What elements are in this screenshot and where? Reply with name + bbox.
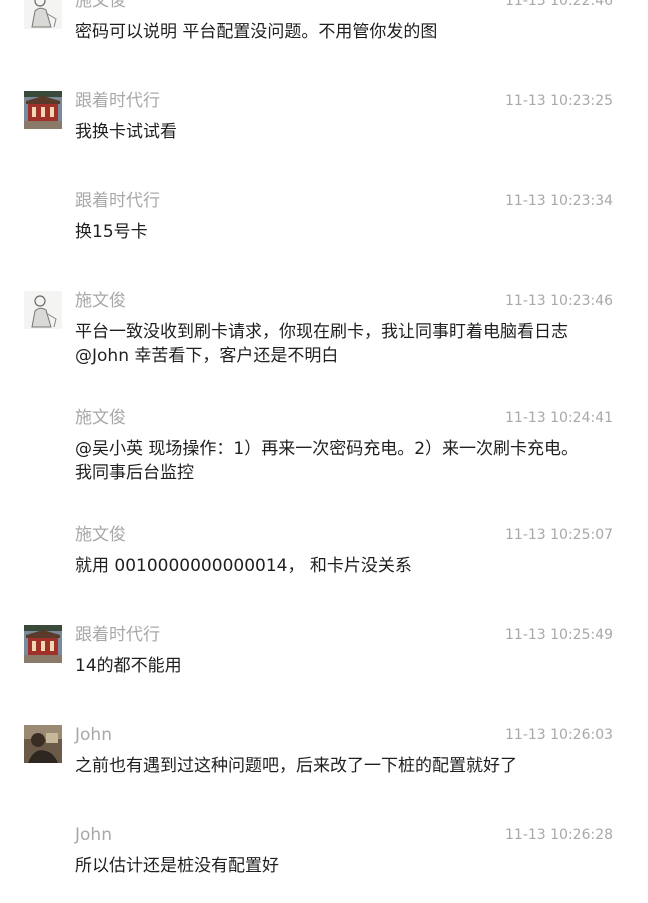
sender-name: 跟着时代行	[75, 91, 160, 111]
sender-name: 施文俊	[75, 408, 126, 428]
message-timestamp: 11-13 10:24:41	[505, 410, 614, 426]
message-text: 换15号卡	[75, 222, 148, 242]
message-text: 就用 0010000000000014， 和卡片没关系	[75, 556, 412, 576]
message-text: 之前也有遇到过这种问题吧，后来改了一下桩的配置就好了	[75, 756, 517, 776]
message-timestamp: 11-13 10:25:07	[505, 527, 614, 543]
message-timestamp: 11-13 10:25:49	[505, 627, 614, 643]
message-text: @吴小英 现场操作：1）再来一次密码充电。2）来一次刷卡充电。我同事后台监控	[75, 439, 579, 483]
message-timestamp: 11-13 10:26:28	[505, 827, 614, 843]
sender-name: 施文俊	[75, 0, 126, 11]
message-timestamp: 11-13 10:23:46	[505, 293, 614, 309]
message-timestamp: 11-13 10:26:03	[505, 727, 614, 743]
message-text: 所以估计还是桩没有配置好	[75, 856, 279, 876]
message-timestamp: 11-13 10:23:25	[505, 93, 614, 109]
sender-name: 跟着时代行	[75, 191, 160, 211]
sender-name: John	[75, 725, 112, 745]
message-timestamp: 11-13 10:23:34	[505, 193, 614, 209]
person-sketch-avatar[interactable]	[24, 0, 62, 29]
sender-name: 施文俊	[75, 291, 126, 311]
message-timestamp: 11-13 10:22:46	[505, 0, 614, 9]
sender-name: 施文俊	[75, 525, 126, 545]
sender-name: John	[75, 825, 112, 845]
sender-name: 跟着时代行	[75, 625, 160, 645]
chat-message-list[interactable]: 施文俊 11-13 10:22:46 密码可以说明 平台配置没问题。不用管你发的…	[0, 0, 648, 903]
photo-avatar[interactable]	[24, 725, 62, 763]
person-sketch-avatar[interactable]	[24, 291, 62, 329]
temple-avatar[interactable]	[24, 91, 62, 129]
message-text: 密码可以说明 平台配置没问题。不用管你发的图	[75, 22, 438, 42]
temple-avatar[interactable]	[24, 625, 62, 663]
message-text: 我换卡试试看	[75, 122, 177, 142]
message-text: 平台一致没收到刷卡请求，你现在刷卡，我让同事盯着电脑看日志@John 幸苦看下，…	[75, 322, 568, 366]
message-text: 14的都不能用	[75, 656, 182, 676]
